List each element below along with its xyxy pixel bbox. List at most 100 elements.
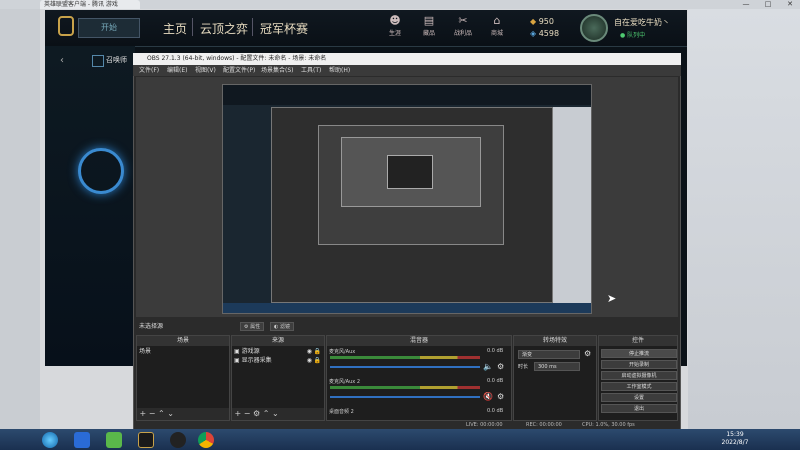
scene-item[interactable]: 场景: [139, 348, 151, 356]
add-icon[interactable]: +: [140, 409, 147, 418]
game-icon[interactable]: [106, 432, 122, 448]
muted-speaker-icon[interactable]: 🔇: [483, 392, 493, 401]
remove-icon[interactable]: −: [244, 409, 251, 418]
lock-icon[interactable]: 🔒: [314, 348, 321, 355]
up-icon[interactable]: ⌃: [158, 409, 165, 418]
nested-taskbar: [223, 303, 591, 313]
properties-button[interactable]: ⚙ 属性: [240, 322, 265, 331]
volume-fader[interactable]: [330, 396, 480, 398]
nav-tft[interactable]: 云顶之弈: [200, 20, 248, 37]
desktop-right: [688, 9, 800, 429]
lol-side-panel: [45, 46, 135, 366]
nav-divider: [252, 18, 253, 36]
nav-clash[interactable]: 冠军杯赛: [260, 20, 308, 37]
nav-home[interactable]: 主页: [163, 20, 187, 37]
volume-meter: [330, 356, 480, 359]
desktop-left: [0, 9, 40, 429]
remove-icon[interactable]: −: [149, 409, 156, 418]
controls-dock: 控件 停止推流 开始录制 启动虚拟摄像机 工作室模式 设置 退出: [598, 335, 678, 421]
collection-tab[interactable]: ▤ 藏品: [414, 14, 444, 42]
obs-title-bar: OBS 27.1.3 (64-bit, windows) - 配置文件: 未命名…: [133, 53, 681, 65]
visibility-icon[interactable]: ◉: [307, 357, 312, 364]
volume-fader[interactable]: [330, 366, 480, 368]
up-icon[interactable]: ⌃: [263, 409, 270, 418]
scenes-dock: 场景 场景 + − ⌃ ⌄: [136, 335, 230, 421]
chrome-icon[interactable]: [198, 432, 214, 448]
transition-select[interactable]: 渐变: [518, 350, 580, 359]
menu-file[interactable]: 文件(F): [139, 65, 159, 76]
mixer-channel-label: 桌面音频 2: [329, 409, 354, 415]
mixer-channel-label: 麦克风/Aux 2: [329, 379, 361, 385]
mixer-channel-db: 0.0 dB: [487, 378, 504, 384]
mixer-channel-db: 0.0 dB: [487, 348, 504, 354]
preview-capture: [222, 84, 592, 314]
profile-icon: ☻: [389, 14, 401, 27]
mixer-dock: 混音器 麦克风/Aux 0.0 dB 🔈 ⚙ 麦克风/Aux 2 0.0 dB …: [326, 335, 512, 421]
source-label: 显示器采集: [241, 357, 272, 364]
lock-icon[interactable]: 🔒: [314, 357, 321, 364]
sources-toolbar: + − ⚙ ⌃ ⌄: [232, 408, 324, 420]
profile-tab[interactable]: ☻ 生涯: [380, 14, 410, 42]
back-arrow-icon[interactable]: ‹: [60, 55, 64, 66]
speaker-icon[interactable]: 🔈: [483, 362, 493, 371]
menu-view[interactable]: 视图(V): [195, 65, 216, 76]
collection-icon: ▤: [423, 14, 435, 27]
app-icon[interactable]: [74, 432, 90, 448]
studio-mode-button[interactable]: 工作室模式: [601, 382, 677, 391]
source-item[interactable]: ▣ 显示器采集: [234, 357, 272, 365]
browser-tab[interactable]: 英雄联盟客户端 - 腾讯 游戏: [40, 0, 140, 9]
menu-tools[interactable]: 工具(T): [301, 65, 321, 76]
duration-input[interactable]: 300 ms: [534, 362, 580, 371]
virtual-camera-button[interactable]: 启动虚拟摄像机: [601, 371, 677, 380]
menu-scene-collection[interactable]: 场景集合(S): [261, 65, 294, 76]
close-button[interactable]: ✕: [780, 0, 800, 9]
obs-icon[interactable]: [170, 432, 186, 448]
lol-logo[interactable]: [58, 16, 74, 36]
clock-time: 15:39: [726, 431, 744, 438]
avatar[interactable]: [580, 14, 608, 42]
menu-profile[interactable]: 配置文件(P): [223, 65, 255, 76]
clock: 15:39 2022/8/7: [700, 431, 770, 447]
maximize-button[interactable]: □: [758, 0, 778, 9]
source-toolbar: 未选择源 ⚙ 属性 ◐ 滤镜: [136, 320, 678, 333]
source-item[interactable]: ▣ 游戏源: [234, 348, 260, 356]
start-recording-button[interactable]: 开始录制: [601, 360, 677, 369]
exit-button[interactable]: 退出: [601, 404, 677, 413]
collection-label: 藏品: [422, 30, 435, 37]
settings-button[interactable]: 设置: [601, 393, 677, 402]
settings-icon[interactable]: ⚙: [253, 409, 260, 418]
rp-value: 4598: [538, 29, 560, 38]
portal-swirl-icon: [78, 148, 124, 194]
store-label: 商城: [490, 30, 503, 37]
mixer-title: 混音器: [327, 336, 511, 346]
filters-button[interactable]: ◐ 滤镜: [270, 322, 294, 331]
nested-desktop: [553, 107, 591, 303]
minimize-button[interactable]: —: [736, 0, 756, 9]
stop-streaming-button[interactable]: 停止推流: [601, 349, 677, 358]
mixer-channel-db: 0.0 dB: [487, 408, 504, 414]
obs-menu-bar: 文件(F) 编辑(E) 视图(V) 配置文件(P) 场景集合(S) 工具(T) …: [133, 65, 681, 76]
store-tab[interactable]: ⌂ 商城: [482, 14, 512, 42]
start-button-icon[interactable]: [42, 432, 58, 448]
menu-help[interactable]: 帮助(H): [329, 65, 350, 76]
play-button[interactable]: 开始: [78, 18, 140, 38]
currency-display: ◆ 950 ◈ 4598: [530, 16, 559, 40]
controls-title: 控件: [599, 336, 677, 346]
gear-icon[interactable]: ⚙: [497, 392, 504, 401]
down-icon[interactable]: ⌄: [167, 409, 174, 418]
store-icon: ⌂: [493, 14, 501, 27]
nested-obs-window-4: [387, 155, 433, 189]
gear-icon[interactable]: ⚙: [584, 349, 591, 358]
filters-label: 滤镜: [279, 324, 290, 330]
loot-tab[interactable]: ✂ 战利品: [448, 14, 478, 42]
status-badge: ● 队列中: [620, 32, 646, 39]
add-icon[interactable]: +: [235, 409, 242, 418]
clock-date: 2022/8/7: [721, 439, 749, 446]
visibility-icon[interactable]: ◉: [307, 348, 312, 355]
down-icon[interactable]: ⌄: [272, 409, 279, 418]
menu-edit[interactable]: 编辑(E): [167, 65, 187, 76]
gear-icon[interactable]: ⚙: [497, 362, 504, 371]
nested-nav: [223, 85, 591, 105]
lol-icon[interactable]: [138, 432, 154, 448]
duration-label: 时长: [518, 364, 529, 370]
